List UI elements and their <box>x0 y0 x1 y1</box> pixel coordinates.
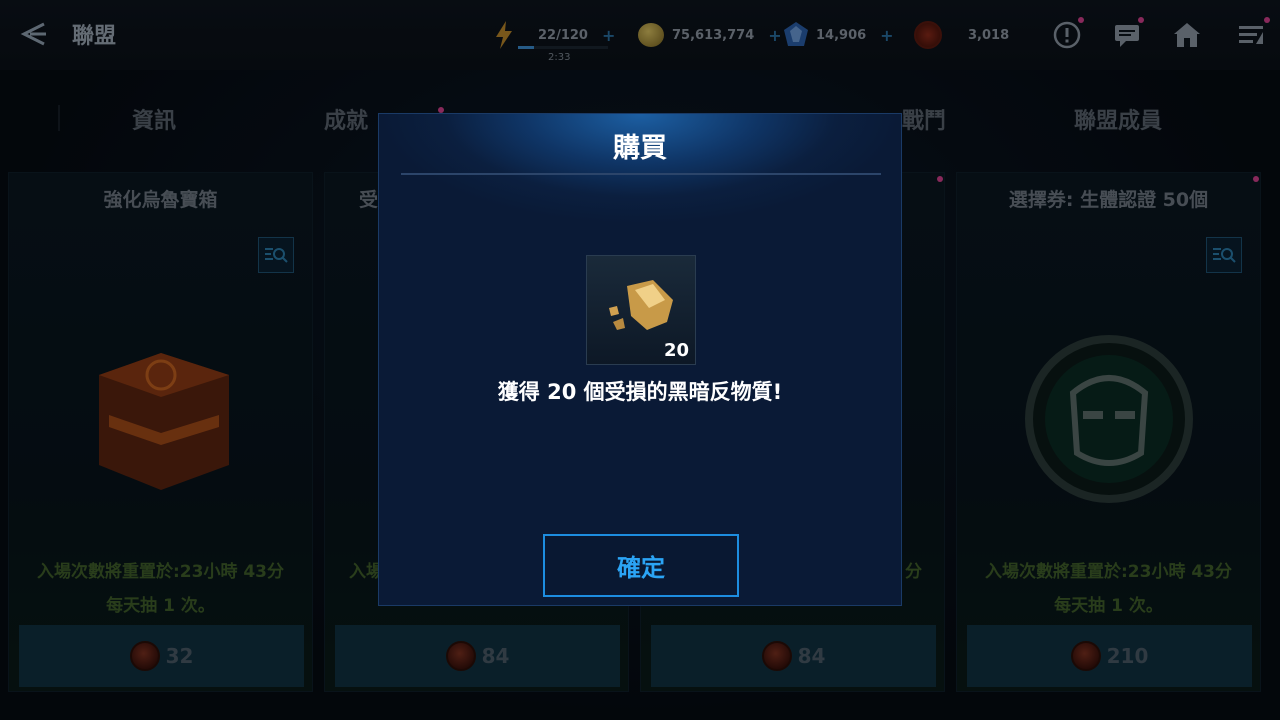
purchase-dialog: 購買 20 獲得 20 個受損的黑暗反物質! 確定 <box>378 113 902 606</box>
game-screen: 聯盟 22/120 + 2:33 75,613,774 + 14,906 + 3… <box>0 0 1280 720</box>
confirm-button[interactable]: 確定 <box>543 534 739 597</box>
dialog-title: 購買 <box>613 133 667 164</box>
reward-item: 20 <box>586 255 696 365</box>
item-quantity: 20 <box>663 340 689 361</box>
reward-message: 獲得 20 個受損的黑暗反物質! <box>497 380 783 404</box>
dialog-divider <box>401 173 881 175</box>
